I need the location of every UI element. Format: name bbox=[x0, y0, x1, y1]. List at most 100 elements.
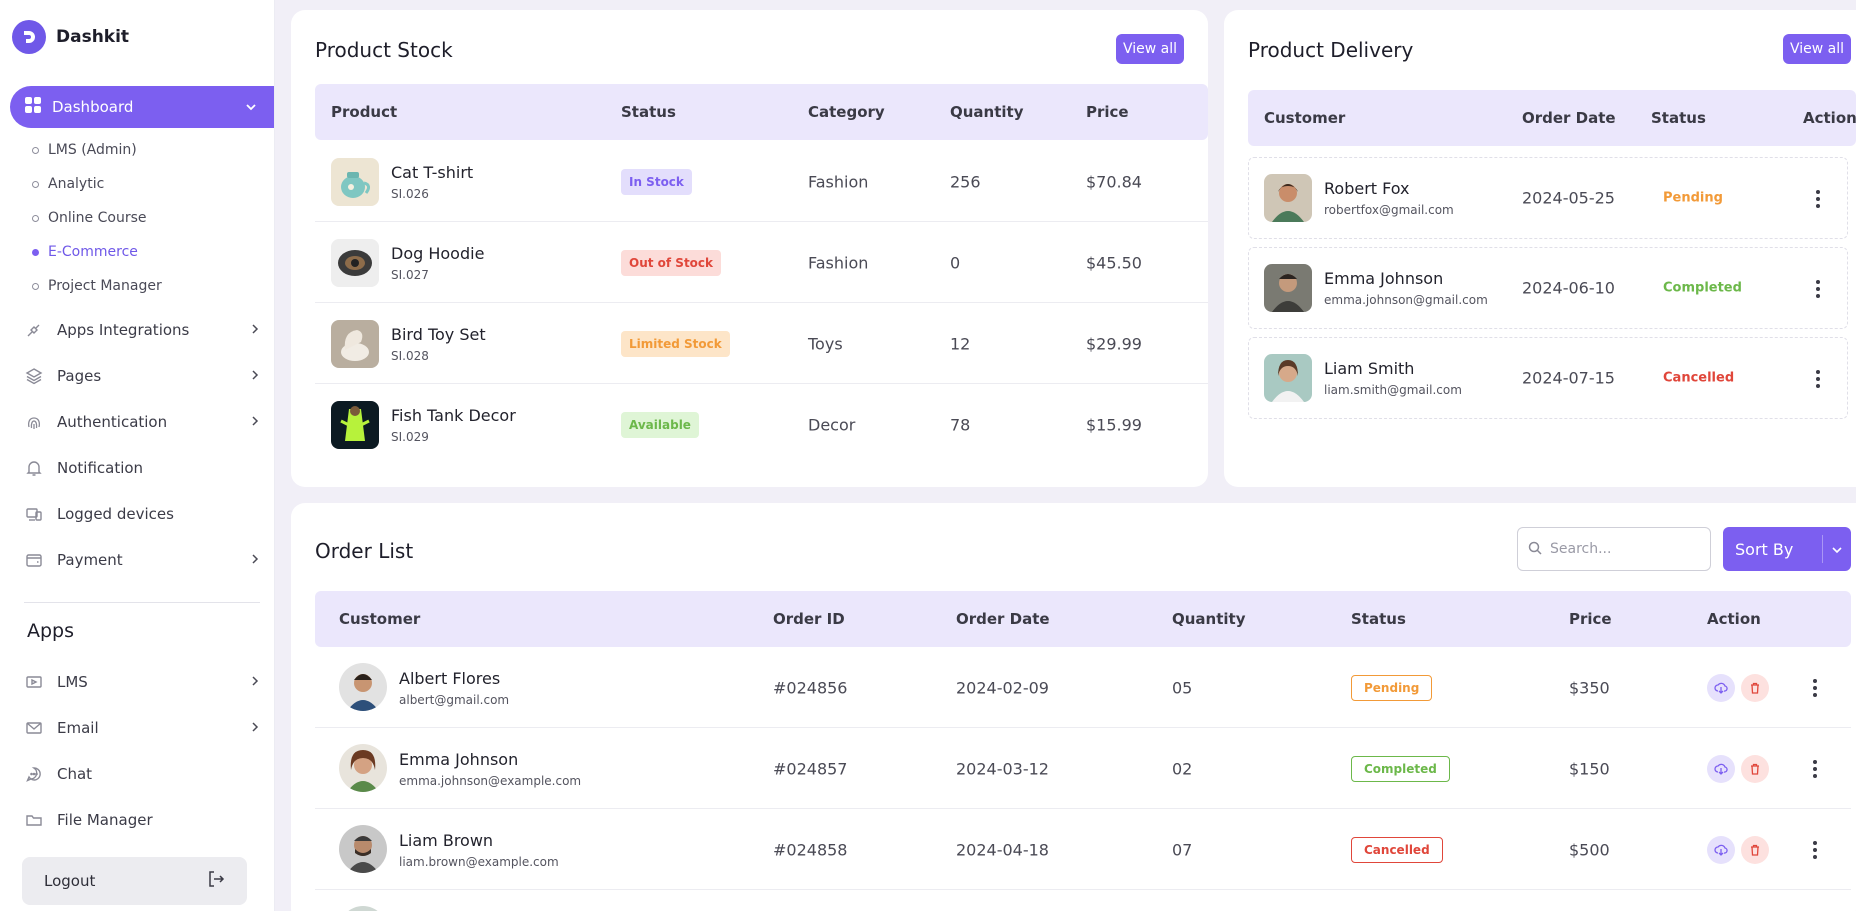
avatar bbox=[1264, 174, 1312, 222]
sort-by-button[interactable]: Sort By bbox=[1723, 527, 1851, 571]
sidebar-subitem-label: Project Manager bbox=[48, 278, 162, 294]
order-list-title: Order List bbox=[315, 539, 414, 563]
status-badge: Completed bbox=[1351, 755, 1450, 782]
avatar bbox=[1264, 264, 1312, 312]
sidebar-item-file-manager[interactable]: File Manager bbox=[24, 810, 260, 830]
download-icon[interactable] bbox=[1707, 755, 1735, 783]
sidebar: Dashkit Dashboard LMS (Admin) Analytic O… bbox=[0, 0, 275, 911]
table-row[interactable]: Liam Brown liam.brown@example.com #02485… bbox=[315, 809, 1851, 890]
column-header: Order Date bbox=[956, 610, 1050, 628]
price-cell: $350 bbox=[1569, 678, 1610, 697]
sidebar-divider bbox=[24, 602, 260, 603]
sidebar-item-notification[interactable]: Notification bbox=[24, 458, 260, 478]
sidebar-item-label: Notification bbox=[57, 459, 144, 477]
sidebar-subitem-lms-admin[interactable]: LMS (Admin) bbox=[32, 142, 137, 158]
trash-icon[interactable] bbox=[1741, 755, 1769, 783]
search-input[interactable] bbox=[1550, 541, 1700, 557]
column-header: Status bbox=[621, 103, 676, 121]
order-search[interactable] bbox=[1517, 527, 1711, 571]
trash-icon[interactable] bbox=[1741, 674, 1769, 702]
more-vertical-icon[interactable] bbox=[1810, 279, 1826, 299]
column-header: Action bbox=[1707, 610, 1761, 628]
order-date-cell: 2024-02-09 bbox=[956, 678, 1049, 697]
customer-info: Liam Smith liam.smith@gmail.com bbox=[1324, 359, 1462, 397]
sidebar-subitem-analytic[interactable]: Analytic bbox=[32, 176, 104, 192]
customer-name: Liam Smith bbox=[1324, 359, 1415, 378]
logout-button[interactable]: Logout bbox=[22, 857, 247, 905]
sidebar-item-apps-integrations[interactable]: Apps Integrations bbox=[24, 320, 260, 340]
customer-name: Robert Fox bbox=[1324, 179, 1410, 198]
delivery-row[interactable]: Robert Fox robertfox@gmail.com 2024-05-2… bbox=[1248, 157, 1848, 239]
sidebar-subitem-label: Online Course bbox=[48, 210, 147, 226]
status-cell: Completed bbox=[1351, 755, 1450, 782]
table-row[interactable]: Emma Johnson emma.johnson@example.com #0… bbox=[315, 728, 1851, 809]
table-row[interactable]: Fish Tank Decor SI.029 Available Decor 7… bbox=[315, 384, 1208, 465]
sidebar-item-pages[interactable]: Pages bbox=[24, 366, 260, 386]
sidebar-item-payment[interactable]: Payment bbox=[24, 550, 260, 570]
folder-icon bbox=[24, 810, 44, 830]
trash-icon[interactable] bbox=[1741, 836, 1769, 864]
brand[interactable]: Dashkit bbox=[12, 20, 129, 54]
status-text: Cancelled bbox=[1663, 370, 1735, 386]
customer-name: Albert Flores bbox=[399, 668, 501, 688]
table-row[interactable]: Albert Flores albert@gmail.com #024856 2… bbox=[315, 647, 1851, 728]
sidebar-item-lms[interactable]: LMS bbox=[24, 672, 260, 692]
sidebar-item-authentication[interactable]: Authentication bbox=[24, 412, 260, 432]
sidebar-subitem-ecommerce[interactable]: E-Commerce bbox=[32, 244, 138, 260]
product-stock-view-all-button[interactable]: View all bbox=[1116, 34, 1184, 64]
quantity-cell: 78 bbox=[950, 415, 971, 434]
more-vertical-icon[interactable] bbox=[1807, 840, 1823, 860]
column-header: Price bbox=[1569, 610, 1612, 628]
sidebar-subitem-project-manager[interactable]: Project Manager bbox=[32, 278, 162, 294]
sidebar-subitem-online-course[interactable]: Online Course bbox=[32, 210, 147, 226]
delivery-row[interactable]: Emma Johnson emma.johnson@gmail.com 2024… bbox=[1248, 247, 1848, 329]
more-vertical-icon[interactable] bbox=[1807, 678, 1823, 698]
table-row[interactable]: Cat T-shirt SI.026 In Stock Fashion 256 … bbox=[315, 141, 1208, 222]
product-info: Dog Hoodie SI.027 bbox=[391, 244, 484, 282]
chat-icon bbox=[24, 764, 44, 784]
sidebar-item-logged-devices[interactable]: Logged devices bbox=[24, 504, 260, 524]
avatar bbox=[339, 744, 387, 792]
chevron-down-icon bbox=[1831, 541, 1843, 560]
order-date-cell: 2024-03-12 bbox=[956, 759, 1049, 778]
brand-name: Dashkit bbox=[56, 27, 130, 47]
product-stock-title: Product Stock bbox=[315, 38, 453, 62]
status-badge: Available bbox=[621, 411, 699, 438]
bullet-icon bbox=[32, 180, 39, 188]
customer-email: albert@gmail.com bbox=[399, 692, 510, 707]
category-cell: Toys bbox=[808, 334, 843, 353]
table-row[interactable]: Dog Hoodie SI.027 Out of Stock Fashion 0… bbox=[315, 222, 1208, 303]
category-cell: Fashion bbox=[808, 253, 869, 272]
customer-info: Emma Johnson emma.johnson@example.com bbox=[399, 750, 581, 788]
quantity-cell: 07 bbox=[1172, 840, 1193, 859]
quantity-cell: 02 bbox=[1172, 759, 1193, 778]
column-header: Customer bbox=[339, 610, 421, 628]
order-date-cell: 2024-07-15 bbox=[1522, 368, 1615, 388]
product-delivery-view-all-button[interactable]: View all bbox=[1783, 34, 1851, 64]
product-stock-table-header: Product Status Category Quantity Price bbox=[315, 84, 1208, 140]
more-vertical-icon[interactable] bbox=[1807, 759, 1823, 779]
order-id-cell: #024858 bbox=[773, 840, 848, 859]
more-vertical-icon[interactable] bbox=[1810, 189, 1826, 209]
customer-email: liam.smith@gmail.com bbox=[1324, 383, 1462, 397]
download-icon[interactable] bbox=[1707, 674, 1735, 702]
customer-email: emma.johnson@example.com bbox=[399, 773, 582, 788]
avatar bbox=[1264, 354, 1312, 402]
customer-name: Emma Johnson bbox=[399, 749, 519, 769]
download-icon[interactable] bbox=[1707, 836, 1735, 864]
customer-info: Liam Brown liam.brown@example.com bbox=[399, 831, 559, 869]
chevron-right-icon bbox=[250, 321, 260, 339]
column-header: Price bbox=[1086, 103, 1129, 121]
table-row[interactable]: Bird Toy Set SI.028 Limited Stock Toys 1… bbox=[315, 303, 1208, 384]
status-text: Completed bbox=[1663, 280, 1742, 296]
sidebar-item-label: Email bbox=[57, 719, 99, 737]
order-id-cell: #024857 bbox=[773, 759, 848, 778]
more-vertical-icon[interactable] bbox=[1810, 369, 1826, 389]
sidebar-item-chat[interactable]: Chat bbox=[24, 764, 260, 784]
delivery-row[interactable]: Liam Smith liam.smith@gmail.com 2024-07-… bbox=[1248, 337, 1848, 419]
product-name: Bird Toy Set bbox=[391, 324, 486, 344]
sidebar-item-dashboard[interactable]: Dashboard bbox=[10, 86, 274, 128]
apps-section-title: Apps bbox=[27, 620, 75, 642]
sidebar-item-email[interactable]: Email bbox=[24, 718, 260, 738]
product-name: Dog Hoodie bbox=[391, 243, 485, 263]
